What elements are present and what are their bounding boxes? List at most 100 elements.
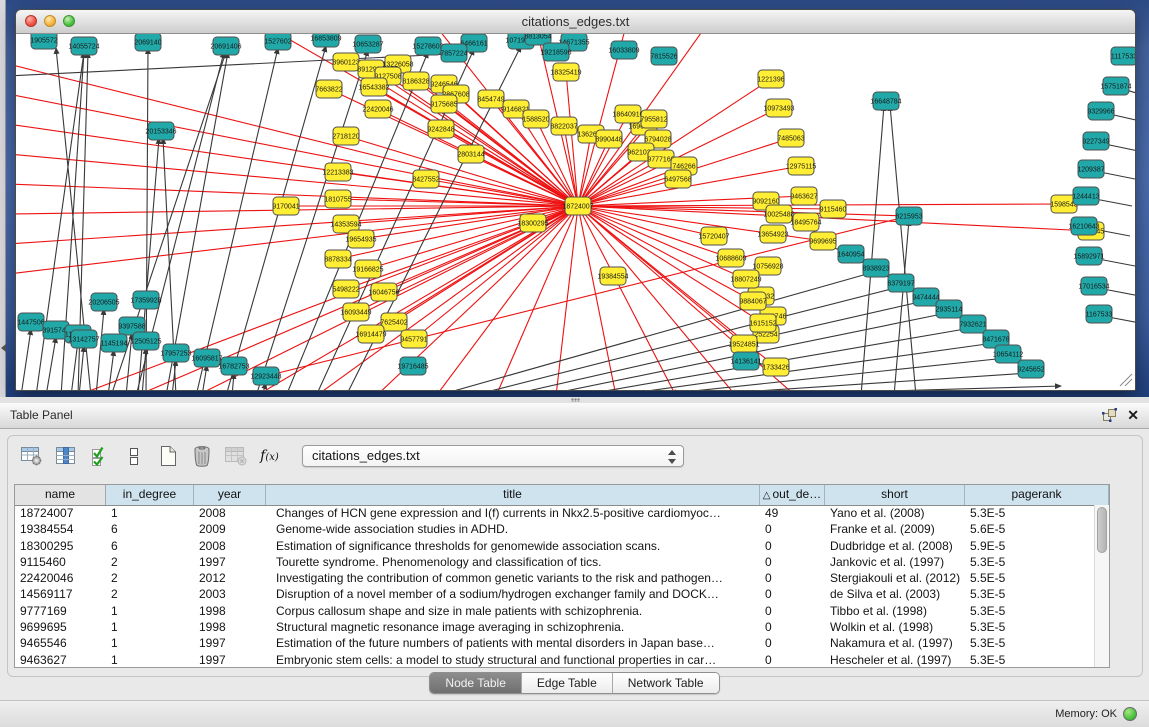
splitter-collapse-icon[interactable] (1, 344, 6, 352)
table-cell[interactable]: Disruption of a novel member of a sodium… (266, 586, 760, 602)
graph-edge[interactable] (166, 52, 228, 390)
graph-node[interactable]: 7815526 (650, 47, 677, 65)
graph-node[interactable]: 1447506 (17, 313, 44, 331)
graph-node[interactable]: 14136141 (730, 352, 761, 370)
table-cell[interactable]: 2009 (194, 521, 266, 537)
graph-edge[interactable] (681, 373, 1029, 390)
graph-node[interactable]: 17359928 (130, 291, 161, 309)
table-cell[interactable]: 0 (760, 570, 825, 586)
column-header-out-degree[interactable]: △out_de… (760, 485, 825, 505)
graph-node[interactable]: 18325419 (550, 63, 581, 81)
table-row[interactable]: 977716911998Corpus callosum shape and si… (15, 603, 1094, 619)
graph-edge[interactable] (578, 206, 676, 390)
table-cell[interactable]: 22420046 (15, 570, 106, 586)
graph-node[interactable]: 16093449 (340, 303, 371, 321)
graph-node[interactable]: 16853809 (310, 34, 341, 47)
graph-node[interactable]: 1527602 (264, 34, 291, 50)
table-cell[interactable]: Wolkin et al. (1998) (825, 619, 965, 635)
delete-column-icon[interactable] (188, 443, 215, 470)
graph-node[interactable]: 12975115 (786, 157, 817, 175)
graph-node[interactable]: 2935114 (936, 300, 963, 318)
graph-node[interactable]: 1221396 (757, 70, 784, 88)
graph-node[interactable]: 1905572 (30, 34, 57, 49)
tab-edge-table[interactable]: Edge Table (522, 673, 613, 693)
table-cell[interactable]: 5.3E-5 (965, 505, 1094, 521)
graph-node[interactable]: 10653287 (352, 35, 383, 53)
graph-edge[interactable] (21, 329, 31, 390)
table-cell[interactable]: Jankovic et al. (1997) (825, 554, 965, 570)
graph-node[interactable]: 9329966 (1087, 102, 1114, 120)
table-cell[interactable]: 5.3E-5 (965, 603, 1094, 619)
table-cell[interactable]: 5.3E-5 (965, 652, 1094, 668)
graph-node[interactable]: 18807249 (730, 270, 761, 288)
table-cell[interactable]: 1997 (194, 652, 266, 668)
table-cell[interactable]: 2012 (194, 570, 266, 586)
graph-node[interactable]: 16543382 (358, 78, 389, 96)
table-cell[interactable]: Genome-wide association studies in ADHD. (266, 521, 760, 537)
graph-node[interactable]: 2718120 (332, 127, 359, 145)
table-cell[interactable]: 9463627 (15, 652, 106, 668)
table-cell[interactable]: 1997 (194, 635, 266, 651)
table-cell[interactable]: 14569117 (15, 586, 106, 602)
graph-node[interactable]: 9175685 (430, 95, 457, 113)
table-cell[interactable]: 2003 (194, 586, 266, 602)
column-header-short[interactable]: short (825, 485, 965, 505)
table-cell[interactable]: 1 (106, 505, 194, 521)
graph-node[interactable]: 20153346 (145, 122, 176, 140)
graph-node[interactable]: 9699695 (809, 232, 836, 250)
table-cell[interactable]: 0 (760, 635, 825, 651)
table-cell[interactable]: 5.3E-5 (965, 586, 1094, 602)
table-row[interactable]: 1830029562008Estimation of significance … (15, 538, 1094, 554)
table-cell[interactable]: Changes of HCN gene expression and I(f) … (266, 505, 760, 521)
graph-edge[interactable] (16, 64, 578, 206)
table-row[interactable]: 911546021997Tourette syndrome. Phenomeno… (15, 554, 1094, 570)
table-cell[interactable]: 5.3E-5 (965, 619, 1094, 635)
table-cell[interactable]: Dudbridge et al. (2008) (825, 538, 965, 554)
graph-edge[interactable] (890, 105, 916, 390)
graph-edge[interactable] (556, 206, 578, 390)
graph-node[interactable]: 1640954 (837, 245, 864, 263)
graph-node[interactable]: 7857224 (440, 44, 467, 62)
graph-node[interactable]: 1810755 (324, 190, 351, 208)
table-cell[interactable]: de Silva et al. (2003) (825, 586, 965, 602)
table-cell[interactable]: Embryonic stem cells: a model to study s… (266, 652, 760, 668)
graph-node[interactable]: 13654923 (757, 225, 788, 243)
close-panel-icon[interactable]: ✕ (1127, 406, 1139, 424)
table-cell[interactable]: Estimation of the future numbers of pati… (266, 635, 760, 651)
graph-edge[interactable] (111, 52, 226, 390)
table-cell[interactable]: 2 (106, 554, 194, 570)
table-cell[interactable]: 49 (760, 505, 825, 521)
graph-node[interactable]: 7663822 (315, 80, 342, 98)
table-cell[interactable]: 0 (760, 554, 825, 570)
table-cell[interactable]: Structural magnetic resonance image aver… (266, 619, 760, 635)
graph-node[interactable]: 19166825 (352, 260, 383, 278)
table-scrollbar[interactable] (1094, 505, 1109, 667)
graph-node[interactable]: 7485063 (777, 129, 804, 147)
graph-node[interactable]: 18495764 (790, 213, 821, 231)
table-cell[interactable]: Corpus callosum shape and size in male p… (266, 603, 760, 619)
graph-node[interactable]: 1588520 (522, 110, 549, 128)
graph-node[interactable]: 8938923 (862, 259, 889, 277)
graph-node[interactable]: 9463627 (790, 187, 817, 205)
graph-node[interactable]: 15751874 (1100, 77, 1131, 95)
graph-node[interactable]: 10973493 (763, 99, 794, 117)
graph-node[interactable]: 6379197 (887, 274, 914, 292)
graph-node[interactable]: 1244413 (1072, 187, 1099, 205)
new-column-icon[interactable] (154, 443, 181, 470)
tab-network-table[interactable]: Network Table (613, 673, 719, 693)
table-cell[interactable]: Stergiakouli et al. (2012) (825, 570, 965, 586)
scrollbar-thumb[interactable] (1097, 507, 1107, 553)
graph-node[interactable]: 9227349 (1082, 132, 1109, 150)
graph-node[interactable]: 8215953 (895, 207, 922, 225)
graph-node[interactable]: 18640910 (612, 105, 643, 123)
graph-edge[interactable] (646, 358, 1006, 390)
table-cell[interactable]: 5.5E-5 (965, 570, 1094, 586)
graph-node[interactable]: 9115460 (820, 200, 847, 218)
graph-node[interactable]: 16914479 (355, 325, 386, 343)
table-cell[interactable]: 1998 (194, 619, 266, 635)
graph-node[interactable]: 17957253 (160, 344, 191, 362)
graph-node[interactable]: 13142757 (68, 330, 99, 348)
table-cell[interactable]: 18724007 (15, 505, 106, 521)
graph-node[interactable]: 8427552 (412, 170, 439, 188)
table-cell[interactable]: 5.9E-5 (965, 538, 1094, 554)
